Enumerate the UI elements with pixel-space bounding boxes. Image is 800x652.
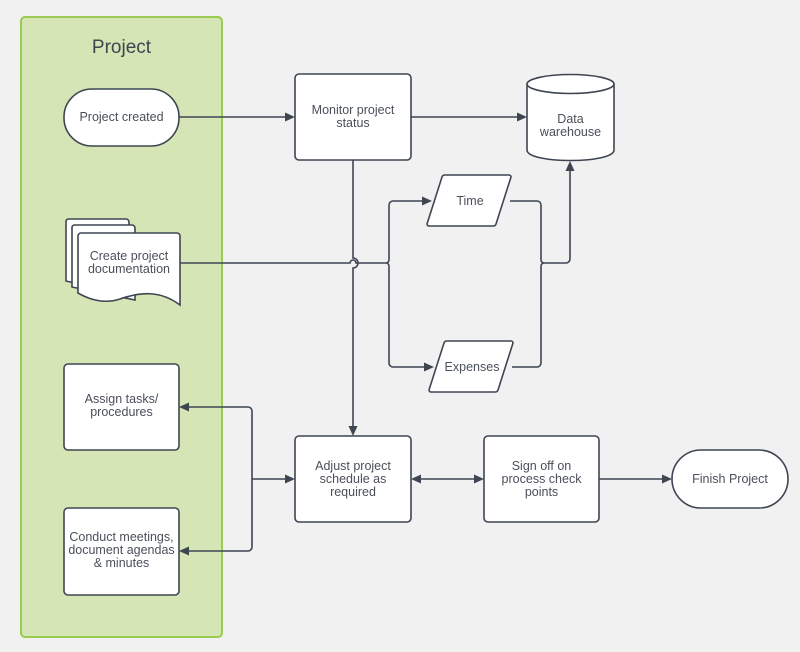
edge-docs-to-expenses[interactable] — [385, 262, 427, 368]
label-create-docs: Create project documentation — [87, 249, 170, 276]
arrowhead — [348, 426, 358, 436]
edge-expenses-to-warehouse[interactable] — [512, 262, 545, 368]
arrowhead — [662, 474, 672, 484]
arrowhead — [517, 112, 527, 122]
label-expenses: Expenses — [444, 359, 500, 374]
label-adjust-schedule: Adjust project schedule as required — [315, 458, 391, 499]
label-sign-off: Sign off on process check points — [501, 458, 582, 499]
label-conduct-meetings: Conduct meetings, document agendas & min… — [68, 529, 175, 570]
arrowhead — [474, 474, 484, 484]
swimlane-title: Project — [91, 37, 152, 58]
label-monitor-status: Monitor project status — [311, 103, 395, 130]
edge-monitor-to-adjust[interactable] — [352, 160, 359, 429]
label-finish-project: Finish Project — [692, 471, 768, 486]
arrowhead — [285, 112, 295, 122]
arrowhead — [565, 161, 575, 171]
arrowhead — [285, 474, 295, 484]
label-assign-tasks: Assign tasks/ procedures — [84, 392, 159, 419]
label-time: Time — [456, 193, 484, 208]
edge-time-to-warehouse[interactable] — [510, 171, 571, 264]
label-project-created: Project created — [79, 110, 164, 124]
arrowhead — [411, 474, 421, 484]
label-data-warehouse: Data warehouse — [539, 112, 602, 139]
